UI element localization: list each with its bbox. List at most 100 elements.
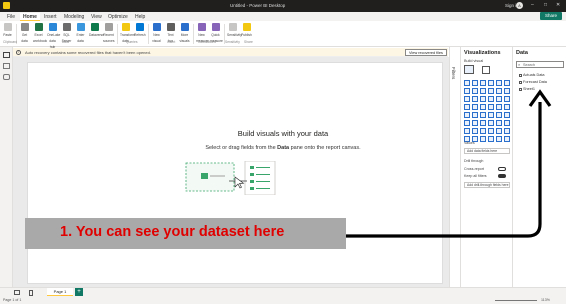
new-visual-button[interactable]: New visual [151, 23, 162, 44]
format-visual-icon[interactable] [482, 66, 490, 74]
cross-report-toggle[interactable] [498, 167, 506, 171]
search-icon: ⌕ [518, 62, 521, 67]
info-icon: i [16, 50, 21, 55]
mobile-layout-icon[interactable] [29, 290, 33, 296]
values-drop-zone[interactable]: Add data fields here [464, 148, 510, 154]
tab-insert[interactable]: Insert [41, 13, 60, 21]
visual-type-icon[interactable] [496, 128, 502, 134]
visual-type-icon[interactable] [496, 80, 502, 86]
refresh-button[interactable]: Refresh [134, 23, 146, 38]
recent-sources-button[interactable]: Recent sources [103, 23, 115, 44]
visual-type-icon[interactable] [464, 112, 470, 118]
visual-type-icon[interactable] [464, 128, 470, 134]
sensitivity-button[interactable]: Sensitivity [227, 23, 242, 38]
cross-report-label: Cross-report [464, 167, 484, 171]
visual-type-icon[interactable] [488, 112, 494, 118]
tab-modeling[interactable]: Modeling [61, 13, 87, 21]
visual-type-icon[interactable] [464, 88, 470, 94]
visual-type-icon[interactable] [504, 88, 510, 94]
visual-type-icon[interactable] [464, 96, 470, 102]
tab-help[interactable]: Help [132, 13, 148, 21]
visual-type-icon[interactable] [504, 128, 510, 134]
build-visual-icon[interactable] [464, 65, 474, 74]
tab-file[interactable]: File [4, 13, 18, 21]
visual-type-icon[interactable] [464, 104, 470, 110]
visual-type-icon[interactable] [496, 104, 502, 110]
visual-type-icon[interactable] [488, 136, 494, 142]
publish-button[interactable]: Publish [241, 23, 252, 38]
maximize-icon[interactable]: □ [544, 2, 547, 8]
view-recovered-files-button[interactable]: View recovered files [405, 49, 447, 56]
visual-type-icon[interactable] [504, 104, 510, 110]
visual-type-icon[interactable] [480, 96, 486, 102]
enter-data-button[interactable]: Enter data [75, 23, 86, 44]
data-search-input[interactable]: Search [516, 61, 564, 68]
excel-button[interactable]: Excel workbook [33, 23, 47, 44]
visual-type-icon[interactable] [472, 80, 478, 86]
visual-type-icon[interactable] [504, 136, 510, 142]
visual-type-icon[interactable] [472, 112, 478, 118]
visual-type-grid [464, 80, 510, 142]
table-icon [76, 23, 85, 31]
visual-type-icon[interactable] [480, 136, 486, 142]
onelake-icon [48, 23, 57, 31]
close-icon[interactable]: ✕ [556, 2, 560, 8]
visual-type-icon[interactable] [488, 104, 494, 110]
get-data-button[interactable]: Get data [19, 23, 30, 44]
visual-type-icon[interactable] [488, 96, 494, 102]
more-visuals-button[interactable]: More visuals [179, 23, 190, 44]
visual-type-icon[interactable] [472, 120, 478, 126]
visual-type-icon[interactable] [472, 128, 478, 134]
table-view-icon[interactable] [3, 63, 10, 69]
visual-type-icon[interactable] [488, 128, 494, 134]
paste-button[interactable]: Paste [2, 23, 13, 38]
data-table-item[interactable]: Forecast Data [519, 80, 547, 84]
model-view-icon[interactable] [3, 74, 10, 80]
visual-type-icon[interactable] [496, 88, 502, 94]
visual-type-icon[interactable] [496, 136, 502, 142]
data-table-item[interactable]: Sheet1 [519, 87, 535, 91]
visual-type-icon[interactable] [480, 88, 486, 94]
page-view-icon[interactable] [14, 290, 20, 295]
visual-type-icon[interactable] [472, 104, 478, 110]
visual-type-icon[interactable] [496, 96, 502, 102]
add-page-button[interactable]: + [75, 288, 83, 296]
drill-through-drop-zone[interactable]: Add drill-through fields here [464, 182, 510, 188]
visual-type-icon[interactable] [464, 80, 470, 86]
visual-type-icon[interactable] [504, 112, 510, 118]
minimize-icon[interactable]: – [531, 2, 534, 8]
report-view-icon[interactable] [3, 52, 10, 58]
visual-type-icon[interactable] [488, 80, 494, 86]
filters-pane-collapsed[interactable]: Filters [449, 47, 460, 287]
build-visual-label: Build visual [464, 59, 484, 63]
zoom-slider[interactable] [495, 300, 537, 301]
visual-type-icon[interactable] [504, 120, 510, 126]
share-button[interactable]: Share [540, 12, 562, 20]
tab-home[interactable]: Home [20, 13, 40, 21]
visual-type-icon[interactable] [480, 104, 486, 110]
visual-type-icon[interactable] [504, 96, 510, 102]
page-tab-1[interactable]: Page 1 [47, 288, 73, 296]
visual-type-icon[interactable] [464, 120, 470, 126]
drill-through-label: Drill through [464, 159, 484, 163]
visual-type-icon[interactable] [488, 88, 494, 94]
visual-type-icon[interactable] [472, 88, 478, 94]
tab-view[interactable]: View [88, 13, 105, 21]
visual-type-icon[interactable] [480, 80, 486, 86]
visual-type-icon[interactable] [480, 112, 486, 118]
group-label: Data [62, 40, 69, 44]
keep-filters-toggle[interactable] [498, 174, 506, 178]
visual-type-icon[interactable] [472, 96, 478, 102]
visual-type-icon[interactable] [480, 120, 486, 126]
visual-type-icon[interactable] [504, 80, 510, 86]
visual-type-icon[interactable] [480, 128, 486, 134]
avatar[interactable]: A [516, 2, 523, 9]
data-table-item[interactable]: Actuals Data [519, 73, 545, 77]
ribbon: Paste Get data Excel workbook OneLake da… [0, 21, 566, 50]
dataverse-button[interactable]: Dataverse [89, 23, 104, 38]
visual-type-icon[interactable] [496, 112, 502, 118]
onelake-button[interactable]: OneLake data hub [47, 23, 60, 50]
tab-optimize[interactable]: Optimize [105, 13, 131, 21]
visual-type-icon[interactable] [496, 120, 502, 126]
visual-type-icon[interactable] [488, 120, 494, 126]
